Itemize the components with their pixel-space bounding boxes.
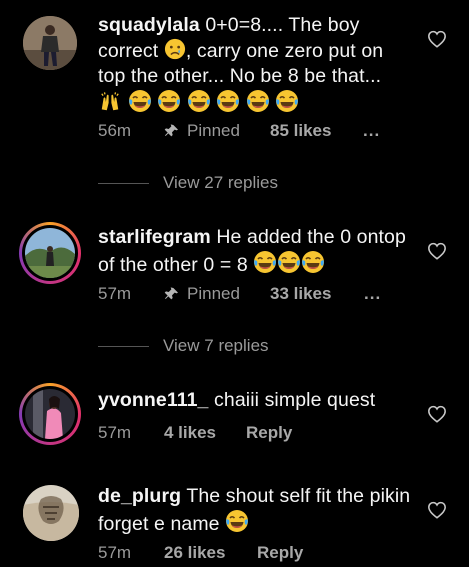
like-heart-icon[interactable] [427, 501, 447, 519]
avatar-story-ring[interactable] [19, 222, 81, 284]
likes-count[interactable]: 26 likes [164, 543, 257, 563]
pinned-label: Pinned [164, 121, 270, 141]
tears-of-joy-emoji-icon [157, 89, 181, 113]
more-options-button[interactable]: ... [363, 121, 380, 141]
avatar-photo [25, 228, 75, 278]
pinned-label: Pinned [164, 284, 270, 304]
username[interactable]: de_plurg [98, 485, 181, 507]
avatar [25, 228, 75, 278]
comment-text: de_plurg The shout self fit the pikin fo… [98, 485, 411, 535]
avatar-photo [25, 389, 75, 439]
timestamp: 56m [98, 121, 132, 140]
like-heart-icon[interactable] [427, 405, 447, 423]
comment-meta: 57m Pinned 33 likes ... [98, 284, 381, 304]
pin-icon [164, 286, 180, 302]
tears-of-joy-emoji-icon [246, 89, 270, 113]
avatar-photo [23, 485, 79, 541]
timestamp: 57m [98, 423, 132, 442]
tears-of-joy-emoji-icon [275, 89, 299, 113]
crying-face-emoji-icon [164, 38, 186, 60]
tears-of-joy-emoji-icon [253, 250, 277, 274]
tears-of-joy-emoji-icon [187, 89, 211, 113]
like-heart-icon[interactable] [427, 30, 447, 48]
avatar[interactable] [23, 485, 79, 541]
pin-icon [164, 123, 180, 139]
divider-line [98, 345, 149, 347]
avatar [25, 389, 75, 439]
tears-of-joy-emoji-icon [225, 509, 249, 533]
username[interactable]: squadylala [98, 14, 200, 36]
avatar-story-ring[interactable] [19, 383, 81, 445]
more-options-button[interactable]: ... [364, 284, 381, 304]
comment-meta: 56m Pinned 85 likes ... [98, 121, 380, 141]
comment-text: squadylala 0+0=8.... The boy correct , c… [98, 13, 414, 117]
comment-text: starlifegram He added the 0 ontop of the… [98, 226, 406, 276]
divider-line [98, 182, 149, 184]
view-replies-button[interactable]: View 7 replies [98, 336, 269, 356]
username[interactable]: starlifegram [98, 226, 211, 248]
comment-text: yvonne111_ chaiii simple quest [98, 389, 376, 411]
timestamp: 57m [98, 284, 132, 303]
likes-count[interactable]: 4 likes [164, 423, 246, 443]
likes-count[interactable]: 85 likes [270, 121, 363, 141]
tears-of-joy-emoji-icon [216, 89, 240, 113]
reply-button[interactable]: Reply [257, 543, 303, 563]
reply-button[interactable]: Reply [246, 423, 292, 443]
tears-of-joy-emoji-icon [277, 250, 301, 274]
username[interactable]: yvonne111_ [98, 389, 209, 411]
like-heart-icon[interactable] [427, 242, 447, 260]
view-replies-button[interactable]: View 27 replies [98, 173, 278, 193]
tears-of-joy-emoji-icon [128, 89, 152, 113]
avatar[interactable] [23, 16, 77, 70]
raising-hands-emoji-icon [98, 91, 122, 113]
comment-meta: 57m 4 likes Reply [98, 423, 292, 443]
comment-meta: 57m 26 likes Reply [98, 543, 303, 563]
tears-of-joy-emoji-icon [301, 250, 325, 274]
timestamp: 57m [98, 543, 132, 562]
likes-count[interactable]: 33 likes [270, 284, 364, 304]
avatar-photo [23, 16, 77, 70]
